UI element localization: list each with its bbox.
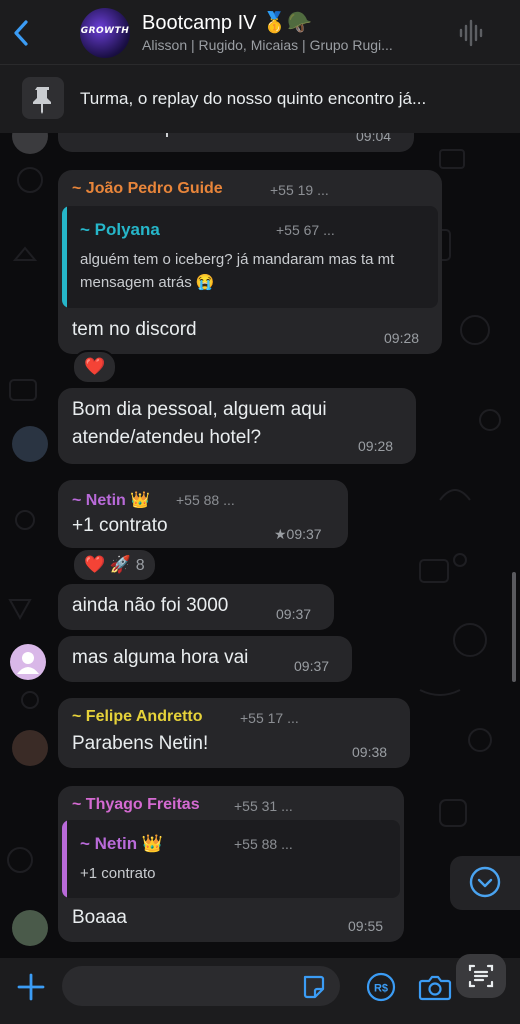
chevron-left-icon[interactable] (10, 18, 32, 48)
message-text: Parabens Netin! (72, 733, 209, 754)
avatar[interactable] (12, 426, 48, 462)
pinned-message-bar-overlay: Turma, o replay do nosso quinto encontro… (0, 64, 520, 133)
pinned-message-text: Turma, o replay do nosso quinto encontro… (80, 89, 427, 108)
avatar[interactable] (12, 730, 48, 766)
message-text: mas alguma hora vai (72, 647, 249, 668)
quote-text: alguém tem o iceberg? já mandaram mas ta… (80, 251, 395, 291)
quote-sender: ~ Polyana (80, 220, 160, 239)
default-user-icon (17, 652, 39, 674)
message-text: ainda não foi 3000 (72, 595, 229, 616)
message-time: 09:38 (352, 744, 388, 760)
quoted-message[interactable]: ~ Polyana +55 67 ... alguém tem o iceber… (62, 206, 438, 308)
message-sender[interactable]: ~ João Pedro Guide (72, 180, 223, 198)
message-time: ★09:37 (274, 526, 322, 542)
scroll-to-bottom-button[interactable] (450, 856, 520, 910)
chat-title[interactable]: Bootcamp IV 🥇🪖 (142, 10, 312, 35)
message-time: 09:55 (348, 918, 384, 934)
message-text: atende/atendeu hotel? (72, 427, 262, 448)
sticker-icon[interactable] (300, 974, 326, 1000)
chat-subtitle[interactable]: Alisson | Rugido, Micaias | Grupo Rugi..… (142, 37, 442, 53)
chevron-down-icon (469, 866, 501, 898)
message-input[interactable] (62, 966, 340, 1006)
group-avatar-logo-text: GROWTH (80, 26, 130, 36)
reaction-emoji: ❤️ (84, 357, 106, 376)
message-bubble[interactable]: ainda não foi 3000 09:37 (58, 584, 334, 630)
quote-sender: ~ Netin 👑 (80, 834, 164, 853)
chat-header: GROWTH Bootcamp IV 🥇🪖 Alisson | Rugido, … (0, 0, 520, 64)
scan-text-button[interactable] (456, 954, 506, 998)
reaction-count: 8 (135, 557, 145, 574)
scrollbar[interactable] (512, 572, 516, 682)
svg-text:R$: R$ (374, 983, 388, 995)
reaction-emoji: ❤️ 🚀 (84, 555, 132, 574)
quote-bar (62, 820, 67, 898)
message-bubble[interactable]: ~ Felipe Andretto +55 17 ... Parabens Ne… (58, 698, 410, 768)
sender-phone: +55 88 ... (176, 492, 235, 508)
reaction-badge[interactable]: ❤️ (72, 350, 118, 384)
audio-wave-icon[interactable] (458, 18, 486, 48)
camera-icon[interactable] (418, 972, 452, 1002)
quote-phone: +55 88 ... (234, 836, 293, 852)
message-sender[interactable]: ~ Thyago Freitas (72, 796, 200, 814)
pin-icon-box (22, 77, 64, 119)
scan-text-icon (468, 964, 494, 988)
reaction-badge[interactable]: ❤️ 🚀 8 (72, 548, 157, 582)
payment-icon[interactable]: R$ (366, 972, 396, 1002)
message-bubble[interactable]: ~ Netin 👑 +55 88 ... +1 contrato ★09:37 (58, 480, 348, 548)
quote-text: +1 contrato (80, 865, 156, 882)
quoted-message[interactable]: ~ Netin 👑 +55 88 ... +1 contrato (62, 820, 400, 898)
message-text: +1 contrato (72, 515, 168, 536)
sender-phone: +55 17 ... (240, 710, 299, 726)
sender-phone: +55 31 ... (234, 798, 293, 814)
avatar[interactable] (10, 644, 46, 680)
message-text: Boaaa (72, 907, 127, 928)
avatar[interactable] (12, 910, 48, 946)
plus-icon[interactable] (16, 972, 46, 1002)
message-bubble[interactable]: ~ Thyago Freitas +55 31 ... ~ Netin 👑 +5… (58, 786, 404, 942)
message-time: 09:37 (294, 658, 330, 674)
message-time: 09:28 (384, 330, 420, 346)
message-text: tem no discord (72, 319, 197, 340)
message-time: 09:37 (276, 606, 312, 622)
message-bubble[interactable]: Bom dia pessoal, alguem aqui atende/aten… (58, 388, 416, 464)
message-bubble[interactable]: ~ João Pedro Guide +55 19 ... ~ Polyana … (58, 170, 442, 354)
message-time: 09:28 (358, 438, 394, 454)
message-bubble[interactable]: mas alguma hora vai 09:37 (58, 636, 352, 682)
message-sender[interactable]: ~ Netin 👑 (72, 490, 150, 510)
group-avatar[interactable]: GROWTH (80, 8, 130, 58)
quote-bar (62, 206, 67, 308)
pin-icon (33, 87, 51, 114)
message-text: Bom dia pessoal, alguem aqui (72, 399, 327, 420)
message-sender[interactable]: ~ Felipe Andretto (72, 708, 203, 726)
composer-bar: R$ (0, 958, 520, 1024)
quote-phone: +55 67 ... (276, 222, 335, 238)
sender-phone: +55 19 ... (270, 182, 329, 198)
